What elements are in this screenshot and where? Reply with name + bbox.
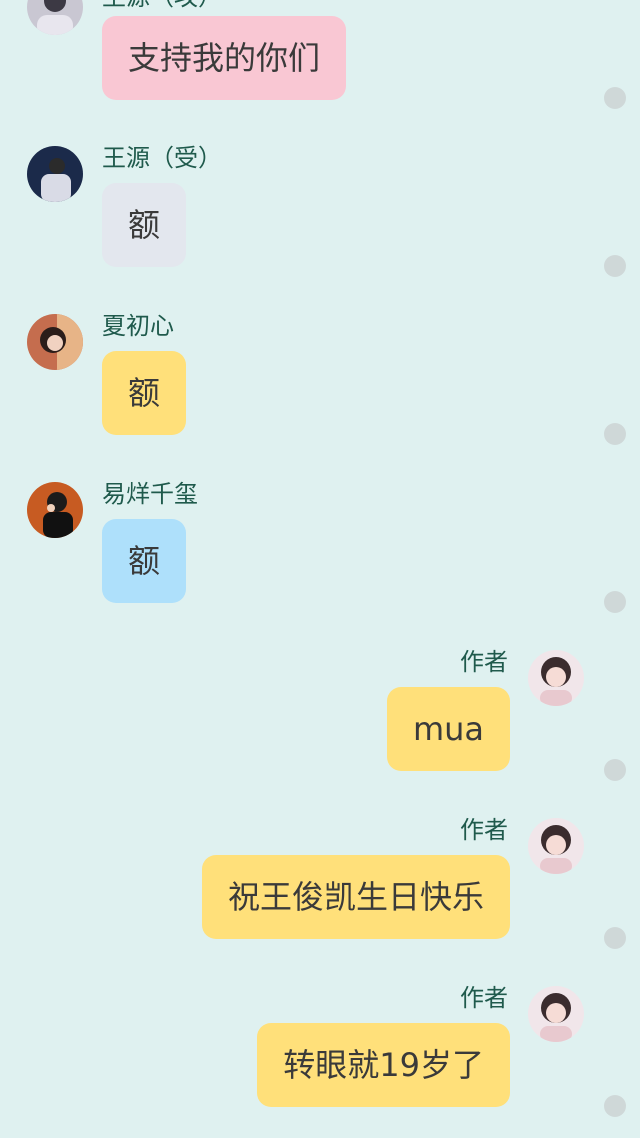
message-select-dot[interactable] [604,927,626,949]
sender-name: 王源（攻） [102,0,222,12]
message-select-dot[interactable] [604,759,626,781]
avatar-icon [27,482,83,538]
sender-name: 作者 [460,984,508,1012]
avatar[interactable] [27,314,83,370]
sender-name: 易烊千玺 [102,480,198,508]
avatar-icon [27,314,83,370]
message-bubble[interactable]: 额 [102,183,187,267]
avatar[interactable] [528,818,584,874]
sender-name: 作者 [460,816,508,844]
avatar-icon [27,146,83,202]
avatar-icon [528,986,584,1042]
avatar-icon [528,650,584,706]
sender-name: 王源（受） [102,144,222,172]
avatar[interactable] [27,146,83,202]
message-bubble[interactable]: 额 [102,519,187,603]
message-select-dot[interactable] [604,591,626,613]
message-bubble[interactable]: 祝王俊凯生日快乐 [201,855,510,939]
sender-name: 夏初心 [102,312,174,340]
message-bubble[interactable]: 转眼就19岁了 [257,1023,510,1107]
message-select-dot[interactable] [604,87,626,109]
message-bubble[interactable]: 支持我的你们 [102,16,347,100]
message-bubble[interactable]: mua [386,687,510,771]
avatar[interactable] [27,482,83,538]
message-select-dot[interactable] [604,423,626,445]
avatar-icon [27,0,83,35]
avatar[interactable] [528,650,584,706]
avatar[interactable] [528,986,584,1042]
message-select-dot[interactable] [604,1095,626,1117]
avatar-icon [528,818,584,874]
message-bubble[interactable]: 额 [102,351,187,435]
message-select-dot[interactable] [604,255,626,277]
avatar[interactable] [27,0,83,35]
sender-name: 作者 [460,648,508,676]
